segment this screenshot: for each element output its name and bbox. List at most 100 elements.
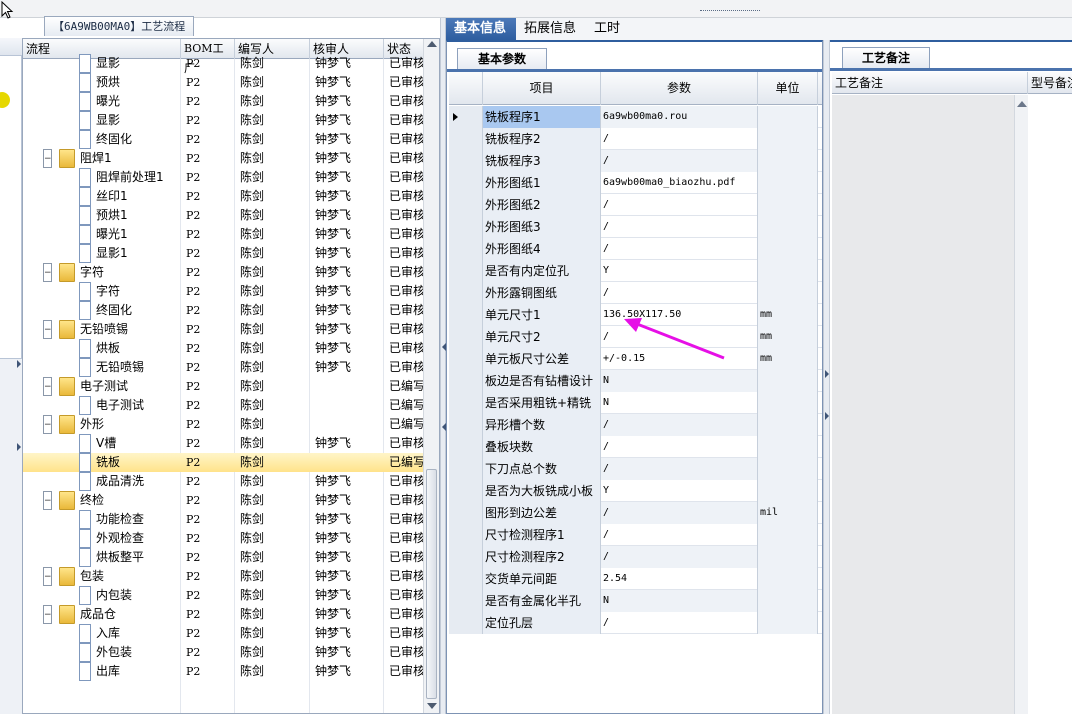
param-value-cell[interactable]: / bbox=[601, 436, 758, 458]
param-value-cell[interactable]: / bbox=[601, 150, 758, 172]
params-row[interactable]: 外形露铜图纸 / bbox=[449, 282, 822, 304]
col-header-param[interactable]: 参数 bbox=[601, 72, 758, 105]
process-tree-title[interactable]: 【6A9WB00MA0】工艺流程 bbox=[44, 16, 195, 36]
params-row[interactable]: 图形到边公差 / mil bbox=[449, 502, 822, 524]
scroll-down-icon[interactable] bbox=[427, 703, 437, 709]
row-indicator[interactable] bbox=[449, 216, 483, 238]
param-value-cell[interactable]: N bbox=[601, 392, 758, 414]
params-row[interactable]: 是否有内定位孔 Y bbox=[449, 260, 822, 282]
param-unit-cell[interactable]: mm bbox=[758, 348, 818, 370]
row-indicator[interactable] bbox=[449, 238, 483, 260]
params-row[interactable]: 异形槽个数 / bbox=[449, 414, 822, 436]
tree-row[interactable]: 烘板 P2 陈剑 钟梦飞 已审核 bbox=[23, 339, 425, 358]
row-indicator[interactable] bbox=[449, 480, 483, 502]
row-indicator[interactable] bbox=[449, 458, 483, 480]
param-value-cell[interactable]: / bbox=[601, 194, 758, 216]
tree-row[interactable]: 显影 P2 陈剑 钟梦飞 已审核 bbox=[23, 54, 425, 73]
param-value-cell[interactable]: / bbox=[601, 238, 758, 260]
tree-row[interactable]: − 包装 P2 陈剑 钟梦飞 已审核 bbox=[23, 567, 425, 586]
scroll-up-icon[interactable] bbox=[1017, 101, 1027, 107]
tree-row[interactable]: 无铅喷锡 P2 陈剑 钟梦飞 已审核 bbox=[23, 358, 425, 377]
tree-row[interactable]: 曝光 P2 陈剑 钟梦飞 已审核 bbox=[23, 92, 425, 111]
tab-work-hours[interactable]: 工时 bbox=[586, 18, 636, 40]
splitter-right[interactable] bbox=[823, 40, 830, 714]
param-value-cell[interactable]: / bbox=[601, 524, 758, 546]
col-header-unit[interactable]: 单位 bbox=[758, 72, 818, 105]
row-indicator[interactable] bbox=[449, 128, 483, 150]
tree-row[interactable]: 烘板整平 P2 陈剑 钟梦飞 已审核 bbox=[23, 548, 425, 567]
tree-row[interactable]: V槽 P2 陈剑 钟梦飞 已审核 bbox=[23, 434, 425, 453]
row-indicator[interactable] bbox=[449, 348, 483, 370]
tree-row[interactable]: 丝印1 P2 陈剑 钟梦飞 已审核 bbox=[23, 187, 425, 206]
row-indicator[interactable] bbox=[449, 612, 483, 634]
notes-scrollbar[interactable] bbox=[1014, 95, 1028, 714]
tab-basic-info[interactable]: 基本信息 bbox=[446, 18, 516, 40]
params-row[interactable]: 是否采用粗铣+精铣 N bbox=[449, 392, 822, 414]
row-indicator[interactable] bbox=[449, 282, 483, 304]
param-unit-cell[interactable] bbox=[758, 436, 818, 458]
tree-row[interactable]: − 终检 P2 陈剑 钟梦飞 已审核 bbox=[23, 491, 425, 510]
param-value-cell[interactable]: / bbox=[601, 128, 758, 150]
param-unit-cell[interactable] bbox=[758, 612, 818, 634]
col-header-model-notes[interactable]: 型号备注 bbox=[1028, 72, 1072, 94]
param-value-cell[interactable]: Y bbox=[601, 260, 758, 282]
param-unit-cell[interactable] bbox=[758, 216, 818, 238]
collapse-arrow-icon[interactable] bbox=[825, 412, 829, 420]
collapse-toggle-icon[interactable]: − bbox=[43, 377, 52, 396]
param-unit-cell[interactable] bbox=[758, 370, 818, 392]
params-row[interactable]: 板边是否有钻槽设计 N bbox=[449, 370, 822, 392]
param-unit-cell[interactable] bbox=[758, 150, 818, 172]
tree-row[interactable]: 曝光1 P2 陈剑 钟梦飞 已审核 bbox=[23, 225, 425, 244]
param-value-cell[interactable]: / bbox=[601, 282, 758, 304]
row-indicator[interactable] bbox=[449, 304, 483, 326]
param-unit-cell[interactable] bbox=[758, 128, 818, 150]
params-row[interactable]: 铣板程序3/ bbox=[449, 150, 822, 172]
tree-row[interactable]: − 电子测试 P2 陈剑 已编写 bbox=[23, 377, 425, 396]
row-indicator[interactable] bbox=[449, 172, 483, 194]
params-row[interactable]: 外形图纸3/ bbox=[449, 216, 822, 238]
param-value-cell[interactable]: / bbox=[601, 546, 758, 568]
param-unit-cell[interactable]: mm bbox=[758, 304, 818, 326]
tree-row[interactable]: 字符 P2 陈剑 钟梦飞 已审核 bbox=[23, 282, 425, 301]
row-indicator[interactable] bbox=[449, 194, 483, 216]
param-unit-cell[interactable] bbox=[758, 194, 818, 216]
param-unit-cell[interactable] bbox=[758, 106, 818, 128]
expand-arrow-icon[interactable] bbox=[17, 443, 21, 451]
toolbar-grip[interactable] bbox=[700, 10, 760, 14]
collapse-toggle-icon[interactable]: − bbox=[43, 605, 52, 624]
params-row[interactable]: 定位孔层 / bbox=[449, 612, 822, 634]
params-row[interactable]: 交货单元间距 2.54 bbox=[449, 568, 822, 590]
collapse-toggle-icon[interactable]: − bbox=[43, 263, 52, 282]
scroll-thumb[interactable] bbox=[426, 469, 437, 699]
tree-row[interactable]: − 无铅喷锡 P2 陈剑 钟梦飞 已审核 bbox=[23, 320, 425, 339]
row-indicator[interactable] bbox=[449, 568, 483, 590]
params-row[interactable]: 铣板程序1 6a9wb00ma0.rou bbox=[449, 106, 822, 128]
tree-row[interactable]: 入库 P2 陈剑 钟梦飞 已审核 bbox=[23, 624, 425, 643]
param-unit-cell[interactable] bbox=[758, 282, 818, 304]
param-unit-cell[interactable] bbox=[758, 524, 818, 546]
param-unit-cell[interactable] bbox=[758, 568, 818, 590]
collapse-toggle-icon[interactable]: − bbox=[43, 491, 52, 510]
row-indicator[interactable] bbox=[449, 436, 483, 458]
param-value-cell[interactable]: 6a9wb00ma0.rou bbox=[601, 106, 758, 128]
row-indicator[interactable] bbox=[449, 150, 483, 172]
tree-row[interactable]: 成品清洗 P2 陈剑 钟梦飞 已审核 bbox=[23, 472, 425, 491]
param-unit-cell[interactable]: mm bbox=[758, 326, 818, 348]
tree-row[interactable]: 预烘 P2 陈剑 钟梦飞 已审核 bbox=[23, 73, 425, 92]
scroll-up-icon[interactable] bbox=[427, 41, 437, 47]
tree-row[interactable]: 预烘1 P2 陈剑 钟梦飞 已审核 bbox=[23, 206, 425, 225]
row-indicator[interactable] bbox=[449, 524, 483, 546]
tree-row[interactable]: − 外形 P2 陈剑 已编写 bbox=[23, 415, 425, 434]
tree-row[interactable]: 显影1 P2 陈剑 钟梦飞 已审核 bbox=[23, 244, 425, 263]
row-indicator[interactable] bbox=[449, 326, 483, 348]
col-header-item[interactable]: 项目 bbox=[483, 72, 601, 105]
row-indicator[interactable] bbox=[449, 502, 483, 524]
expand-arrow-icon[interactable] bbox=[17, 360, 21, 368]
param-value-cell[interactable]: 6a9wb00ma0_biaozhu.pdf bbox=[601, 172, 758, 194]
row-indicator[interactable] bbox=[449, 370, 483, 392]
tree-row[interactable]: 外包装 P2 陈剑 钟梦飞 已审核 bbox=[23, 643, 425, 662]
param-unit-cell[interactable] bbox=[758, 414, 818, 436]
params-row[interactable]: 外形图纸4/ bbox=[449, 238, 822, 260]
tab-process-notes[interactable]: 工艺备注 bbox=[842, 47, 930, 68]
tree-row[interactable]: 出库 P2 陈剑 钟梦飞 已审核 bbox=[23, 662, 425, 681]
